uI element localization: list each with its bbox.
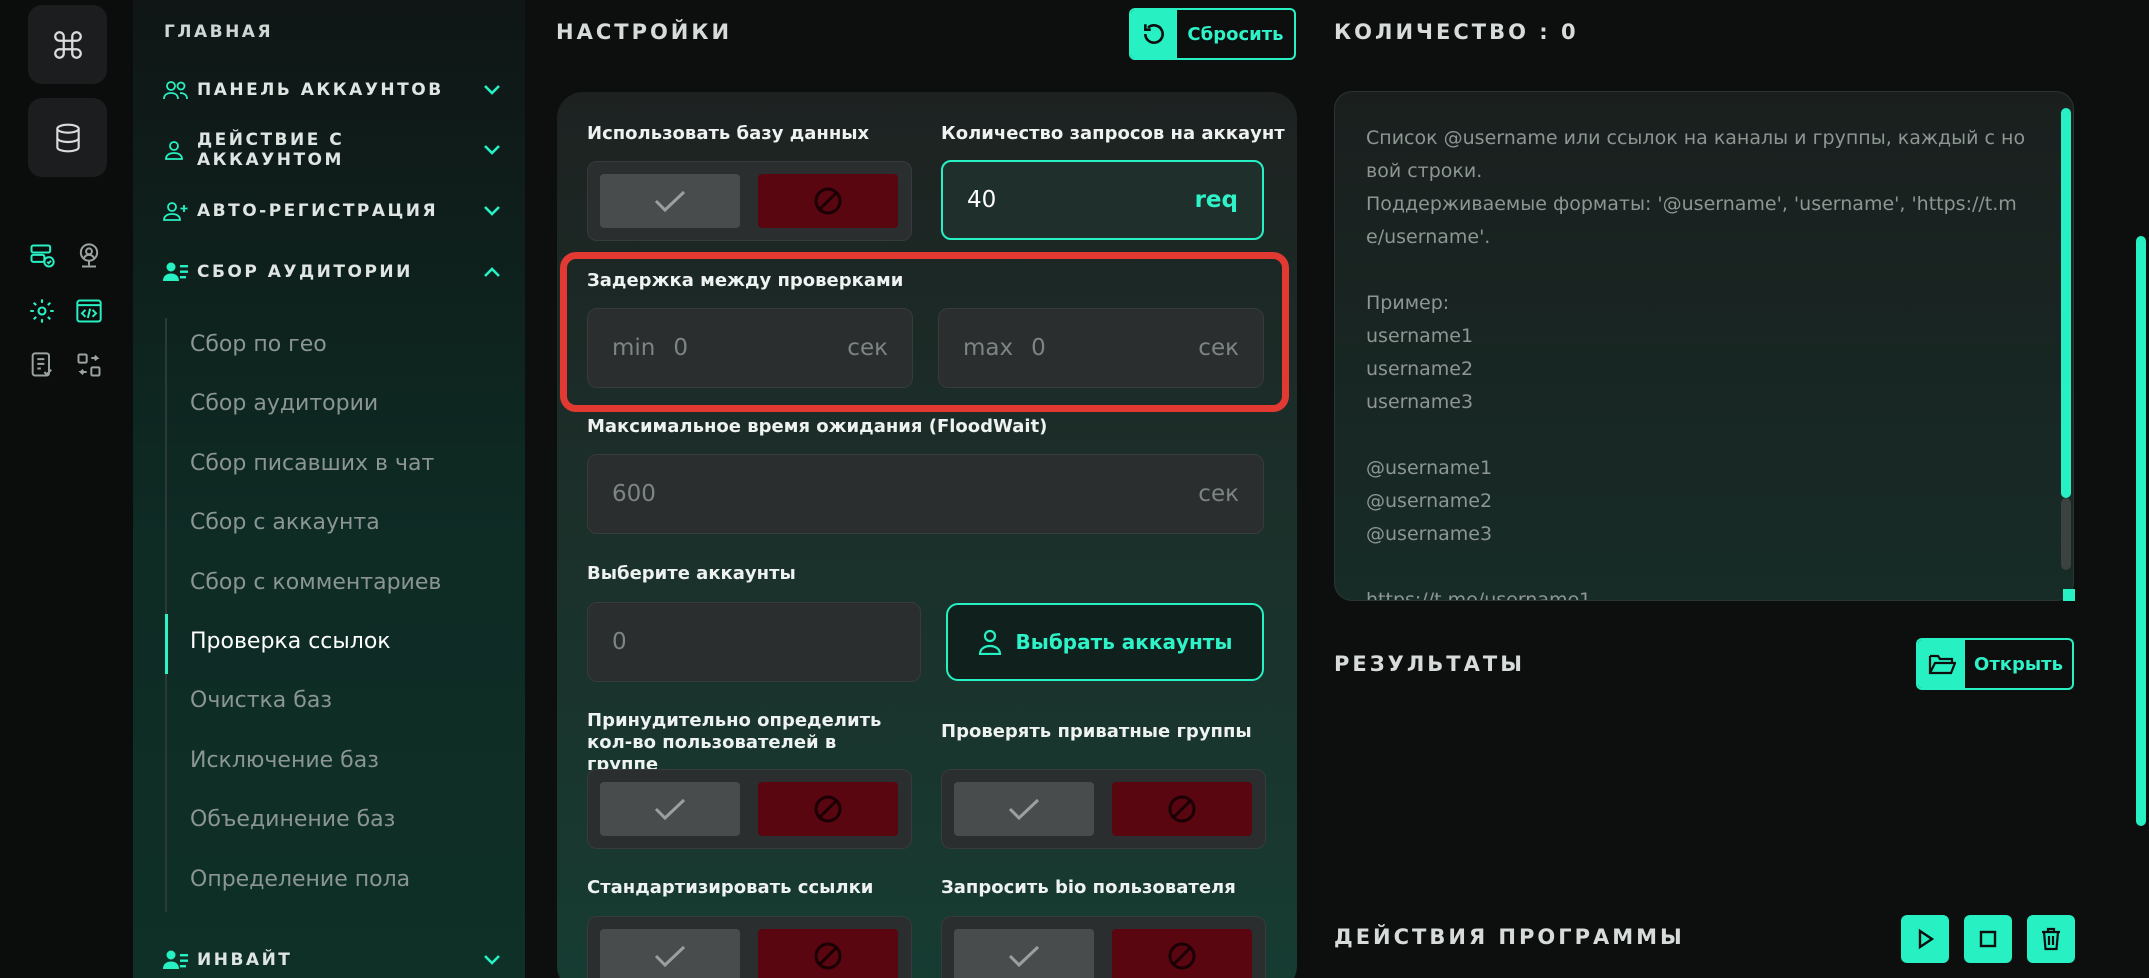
- play-icon: [1918, 928, 1935, 950]
- force-count-label: Принудительно определить кол-во пользова…: [587, 710, 882, 775]
- convert-icon[interactable]: [74, 350, 104, 380]
- links-textarea[interactable]: Список @username или ссылок на каналы и …: [1334, 91, 2074, 601]
- sidebar-item-chat-writers[interactable]: Сбор писавших в чат: [190, 451, 434, 476]
- folder-icon: [1918, 640, 1965, 688]
- textarea-scrollbar[interactable]: [2061, 108, 2071, 498]
- use-db-label: Использовать базу данных: [587, 123, 870, 144]
- stop-button[interactable]: [1964, 915, 2012, 963]
- request-bio-label: Запросить bio пользователя: [941, 877, 1236, 898]
- chevron-down-icon: [481, 949, 503, 971]
- sidebar-section-accounts-panel[interactable]: ПАНЕЛЬ АККАУНТОВ: [163, 75, 503, 105]
- check-private-no-button[interactable]: [1112, 782, 1252, 836]
- check-private-toggle: [941, 769, 1266, 849]
- check-private-yes-button[interactable]: [954, 782, 1094, 836]
- delete-button[interactable]: [2027, 915, 2075, 963]
- request-bio-toggle: [941, 916, 1266, 978]
- accounts-count-input[interactable]: 0: [587, 602, 921, 682]
- user-icon: [163, 139, 189, 161]
- standardize-yes-button[interactable]: [600, 929, 740, 978]
- floodwait-label: Максимальное время ожидания (FloodWait): [587, 416, 1048, 437]
- invite-icon: [163, 949, 189, 971]
- results-title: РЕЗУЛЬТАТЫ: [1334, 652, 1525, 676]
- chevron-up-icon: [481, 261, 503, 283]
- standardize-label: Стандартизировать ссылки: [587, 877, 874, 898]
- sidebar-item-audience[interactable]: Сбор аудитории: [190, 391, 378, 416]
- sidebar-section-auto-registration[interactable]: АВТО-РЕГИСТРАЦИЯ: [163, 196, 503, 226]
- resize-handle[interactable]: [2063, 589, 2075, 601]
- database-check-icon[interactable]: [27, 241, 57, 271]
- stop-icon: [1979, 930, 1997, 948]
- user-plus-icon: [163, 200, 189, 222]
- sidebar-section-audience-collection[interactable]: СБОР АУДИТОРИИ: [163, 257, 503, 287]
- sidebar-item-from-account[interactable]: Сбор с аккаунта: [190, 510, 380, 535]
- use-db-no-button[interactable]: [758, 174, 898, 228]
- users-icon: [163, 79, 189, 101]
- chevron-down-icon: [481, 139, 503, 161]
- icon-rail: [0, 0, 133, 978]
- standardize-toggle: [587, 916, 912, 978]
- request-bio-no-button[interactable]: [1112, 929, 1252, 978]
- chevron-down-icon: [481, 79, 503, 101]
- user-network-icon[interactable]: [74, 241, 104, 271]
- gear-icon[interactable]: [27, 296, 57, 326]
- user-icon: [978, 629, 1001, 655]
- open-results-button[interactable]: Открыть: [1916, 638, 2074, 690]
- textarea-scrollbar-track: [2061, 498, 2071, 570]
- requests-label: Количество запросов на аккаунт: [941, 123, 1285, 144]
- floodwait-input[interactable]: 600 сек: [587, 454, 1264, 534]
- reset-icon: [1131, 10, 1177, 58]
- force-count-no-button[interactable]: [758, 782, 898, 836]
- use-db-yes-button[interactable]: [600, 174, 740, 228]
- sidebar-item-comments[interactable]: Сбор с комментариев: [190, 570, 441, 595]
- audience-icon: [163, 261, 189, 283]
- code-window-icon[interactable]: [74, 296, 104, 326]
- sidebar-item-geo[interactable]: Сбор по гео: [190, 332, 327, 357]
- highlight-frame: [560, 252, 1289, 412]
- links-placeholder: Список @username или ссылок на каналы и …: [1366, 127, 2026, 601]
- force-count-yes-button[interactable]: [600, 782, 740, 836]
- sidebar-item-link-check[interactable]: Проверка ссылок: [190, 629, 391, 654]
- accounts-label: Выберите аккаунты: [587, 563, 796, 584]
- sidebar-section-account-action[interactable]: ДЕЙСТВИЕ С АККАУНТОМ: [163, 130, 503, 170]
- sidebar: ГЛАВНАЯ ПАНЕЛЬ АККАУНТОВ ДЕЙСТВИЕ С АККА…: [133, 0, 525, 978]
- check-private-label: Проверять приватные группы: [941, 721, 1252, 742]
- play-button[interactable]: [1901, 915, 1949, 963]
- sidebar-item-db-cleanup[interactable]: Очистка баз: [190, 688, 332, 713]
- database-icon[interactable]: [28, 98, 107, 177]
- reset-button[interactable]: Сбросить: [1129, 8, 1296, 60]
- chevron-down-icon: [481, 200, 503, 222]
- use-db-toggle: [587, 161, 912, 241]
- actions-title: ДЕЙСТВИЯ ПРОГРАММЫ: [1334, 925, 1685, 949]
- checklist-icon[interactable]: [27, 350, 57, 380]
- sidebar-main-link[interactable]: ГЛАВНАЯ: [164, 22, 273, 42]
- command-icon[interactable]: [28, 5, 107, 84]
- sidebar-item-db-exclusion[interactable]: Исключение баз: [190, 748, 379, 773]
- trash-icon: [2042, 927, 2060, 951]
- page-scrollbar[interactable]: [2136, 236, 2146, 826]
- force-count-toggle: [587, 769, 912, 849]
- sidebar-item-db-merge[interactable]: Объединение баз: [190, 807, 395, 832]
- standardize-no-button[interactable]: [758, 929, 898, 978]
- sidebar-active-indicator: [165, 614, 168, 674]
- requests-input[interactable]: 40 req: [941, 160, 1264, 240]
- request-bio-yes-button[interactable]: [954, 929, 1094, 978]
- sidebar-section-invite[interactable]: ИНВАЙТ: [163, 945, 503, 975]
- pick-accounts-button[interactable]: Выбрать аккаунты: [946, 603, 1264, 681]
- sidebar-item-gender[interactable]: Определение пола: [190, 867, 410, 892]
- count-title: КОЛИЧЕСТВО : 0: [1334, 20, 1579, 44]
- settings-title: НАСТРОЙКИ: [556, 20, 733, 44]
